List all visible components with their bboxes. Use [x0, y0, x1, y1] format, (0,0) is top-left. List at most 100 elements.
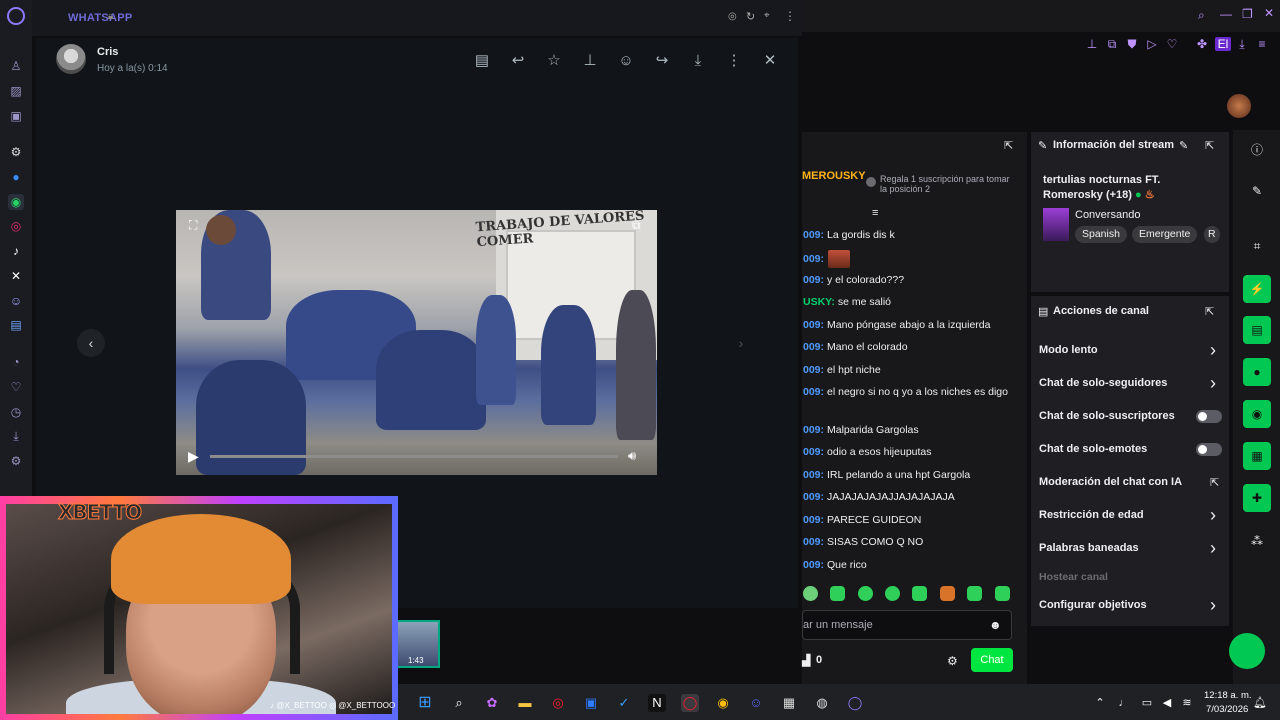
- chevron-right-icon[interactable]: ›: [1210, 341, 1216, 359]
- settings-icon[interactable]: ⚙: [8, 453, 24, 469]
- popout-icon[interactable]: ⇱: [1205, 305, 1214, 318]
- heart-tab-icon[interactable]: ♡: [1165, 37, 1179, 51]
- security-icon[interactable]: ◎: [728, 11, 737, 22]
- emote-picker-icon[interactable]: ☻: [989, 618, 1002, 632]
- bolt-icon[interactable]: ⚡: [1243, 275, 1271, 303]
- collapse-icon[interactable]: ≡: [872, 207, 878, 219]
- chat-username[interactable]: 009:: [803, 364, 824, 376]
- chat-username[interactable]: 009:: [803, 469, 824, 481]
- forward-icon[interactable]: ↪: [653, 52, 671, 70]
- notes-icon[interactable]: ▤: [1243, 316, 1271, 344]
- chat-bubble-icon[interactable]: ●: [1243, 358, 1271, 386]
- instagram-icon[interactable]: ◎: [8, 218, 24, 234]
- chat-username[interactable]: 009:: [803, 536, 824, 548]
- pin-icon[interactable]: ⌖: [764, 10, 770, 21]
- shield-icon[interactable]: ⛊: [1125, 37, 1139, 52]
- pin-tab-icon[interactable]: ⊥: [1085, 37, 1099, 51]
- maximize-icon[interactable]: ❐: [1242, 7, 1253, 21]
- fullscreen-icon[interactable]: ⛶: [189, 218, 197, 233]
- more-options-icon[interactable]: ⋮: [725, 52, 743, 70]
- chat-username[interactable]: 009:: [803, 341, 824, 353]
- chevron-right-icon[interactable]: ›: [1210, 539, 1216, 557]
- edit-icon[interactable]: ✎: [1179, 139, 1188, 152]
- go-to-message-icon[interactable]: ▤: [473, 52, 491, 70]
- display-icon[interactable]: ▭: [1138, 694, 1156, 712]
- play-icon[interactable]: ▶: [188, 448, 204, 464]
- toggle-switch[interactable]: [1196, 443, 1222, 456]
- channel-action-label[interactable]: Chat de solo-seguidores: [1039, 377, 1167, 389]
- stream-tag[interactable]: Spanish: [1075, 226, 1127, 243]
- file-explorer-icon[interactable]: ▬: [516, 694, 534, 712]
- obs-icon[interactable]: ◍: [813, 694, 831, 712]
- play-tab-icon[interactable]: ▷: [1145, 37, 1159, 51]
- download-icon[interactable]: ⤓: [689, 52, 707, 70]
- emote[interactable]: [858, 586, 873, 601]
- chat-username[interactable]: USKY:: [803, 296, 835, 308]
- broadcast-icon[interactable]: ◉: [1243, 400, 1271, 428]
- pin-message-icon[interactable]: ⊥: [581, 52, 599, 70]
- chat-username[interactable]: 009:: [803, 229, 824, 241]
- tools-icon[interactable]: ✚: [1243, 484, 1271, 512]
- windows-start-icon[interactable]: ⊞: [416, 694, 434, 712]
- emote[interactable]: [967, 586, 982, 601]
- opera-icon[interactable]: ◯: [681, 694, 699, 712]
- video-progress-bar[interactable]: [210, 455, 618, 458]
- emote[interactable]: [885, 586, 900, 601]
- chat-username[interactable]: 009:: [803, 424, 824, 436]
- reply-icon[interactable]: ↩: [509, 52, 527, 70]
- chat-username[interactable]: 009:: [803, 446, 824, 458]
- star-icon[interactable]: ☆: [545, 52, 563, 70]
- channel-action-label[interactable]: Palabras baneadas: [1039, 542, 1139, 554]
- speaker-icon[interactable]: ◀: [1158, 694, 1176, 712]
- chat-username[interactable]: 009:: [803, 253, 824, 265]
- discord-icon[interactable]: ☺: [747, 694, 765, 712]
- more-actions-icon[interactable]: ⁂: [1243, 527, 1271, 555]
- calculator-icon[interactable]: ▦: [780, 694, 798, 712]
- whatsapp-icon[interactable]: ◉: [8, 194, 24, 210]
- store-icon[interactable]: ▣: [582, 694, 600, 712]
- layout-icon[interactable]: ▦: [1243, 442, 1271, 470]
- category-boxart[interactable]: [1043, 208, 1069, 241]
- next-media-button[interactable]: ›: [727, 329, 755, 357]
- edit-stream-icon[interactable]: ✎: [1243, 177, 1271, 205]
- history-icon[interactable]: ◔: [8, 354, 24, 370]
- emote[interactable]: [830, 586, 845, 601]
- chat-username[interactable]: 009:: [803, 386, 824, 398]
- extensions-icon[interactable]: ✤: [1195, 37, 1209, 51]
- channel-action-label[interactable]: Chat de solo-emotes: [1039, 443, 1147, 455]
- emote[interactable]: [803, 586, 818, 601]
- channel-action-label[interactable]: Configurar objetivos: [1039, 599, 1147, 611]
- stream-tag[interactable]: Emergente: [1132, 226, 1198, 243]
- chat-username[interactable]: 009:: [803, 559, 824, 571]
- reload-icon[interactable]: ↻: [746, 10, 755, 23]
- opera-gx-icon[interactable]: ◎: [549, 694, 567, 712]
- chevron-right-icon[interactable]: ›: [1210, 596, 1216, 614]
- chat-username[interactable]: 009:: [803, 491, 824, 503]
- chrome-icon[interactable]: ◉: [714, 694, 732, 712]
- chat-username[interactable]: 009:: [803, 319, 824, 331]
- tray-expand-icon[interactable]: ⌃: [1091, 694, 1109, 712]
- tiktok-icon[interactable]: ♪: [8, 243, 24, 259]
- microphone-icon[interactable]: ♩: [1115, 694, 1133, 712]
- browser-icon[interactable]: ◯: [846, 694, 864, 712]
- volume-icon[interactable]: 🔊︎: [628, 448, 636, 464]
- info-icon[interactable]: ⓘ: [1243, 136, 1271, 164]
- menu-icon[interactable]: ≡: [1255, 37, 1269, 51]
- chevron-right-icon[interactable]: ›: [1210, 506, 1216, 524]
- channel-action-label[interactable]: Chat de solo-suscriptores: [1039, 410, 1175, 422]
- x-icon[interactable]: ✕: [8, 268, 24, 284]
- avatar[interactable]: [56, 44, 86, 74]
- clock-date[interactable]: 7/03/2026: [1206, 704, 1248, 715]
- messenger-icon[interactable]: ●: [8, 169, 24, 185]
- emoji-react-icon[interactable]: ☺: [617, 52, 635, 70]
- more-icon[interactable]: ⋮: [784, 9, 796, 23]
- headset-icon[interactable]: [1229, 633, 1265, 669]
- emote[interactable]: [912, 586, 927, 601]
- picture-in-picture-icon[interactable]: ⧉: [632, 218, 641, 233]
- copilot-icon[interactable]: ✿: [483, 694, 501, 712]
- minimize-icon[interactable]: —: [1220, 7, 1232, 21]
- network-icon[interactable]: ≋: [1178, 694, 1196, 712]
- clock-icon[interactable]: ◷: [8, 404, 24, 420]
- channel-action-label[interactable]: Moderación del chat con IA: [1039, 476, 1182, 488]
- chat-username[interactable]: 009:: [803, 514, 824, 526]
